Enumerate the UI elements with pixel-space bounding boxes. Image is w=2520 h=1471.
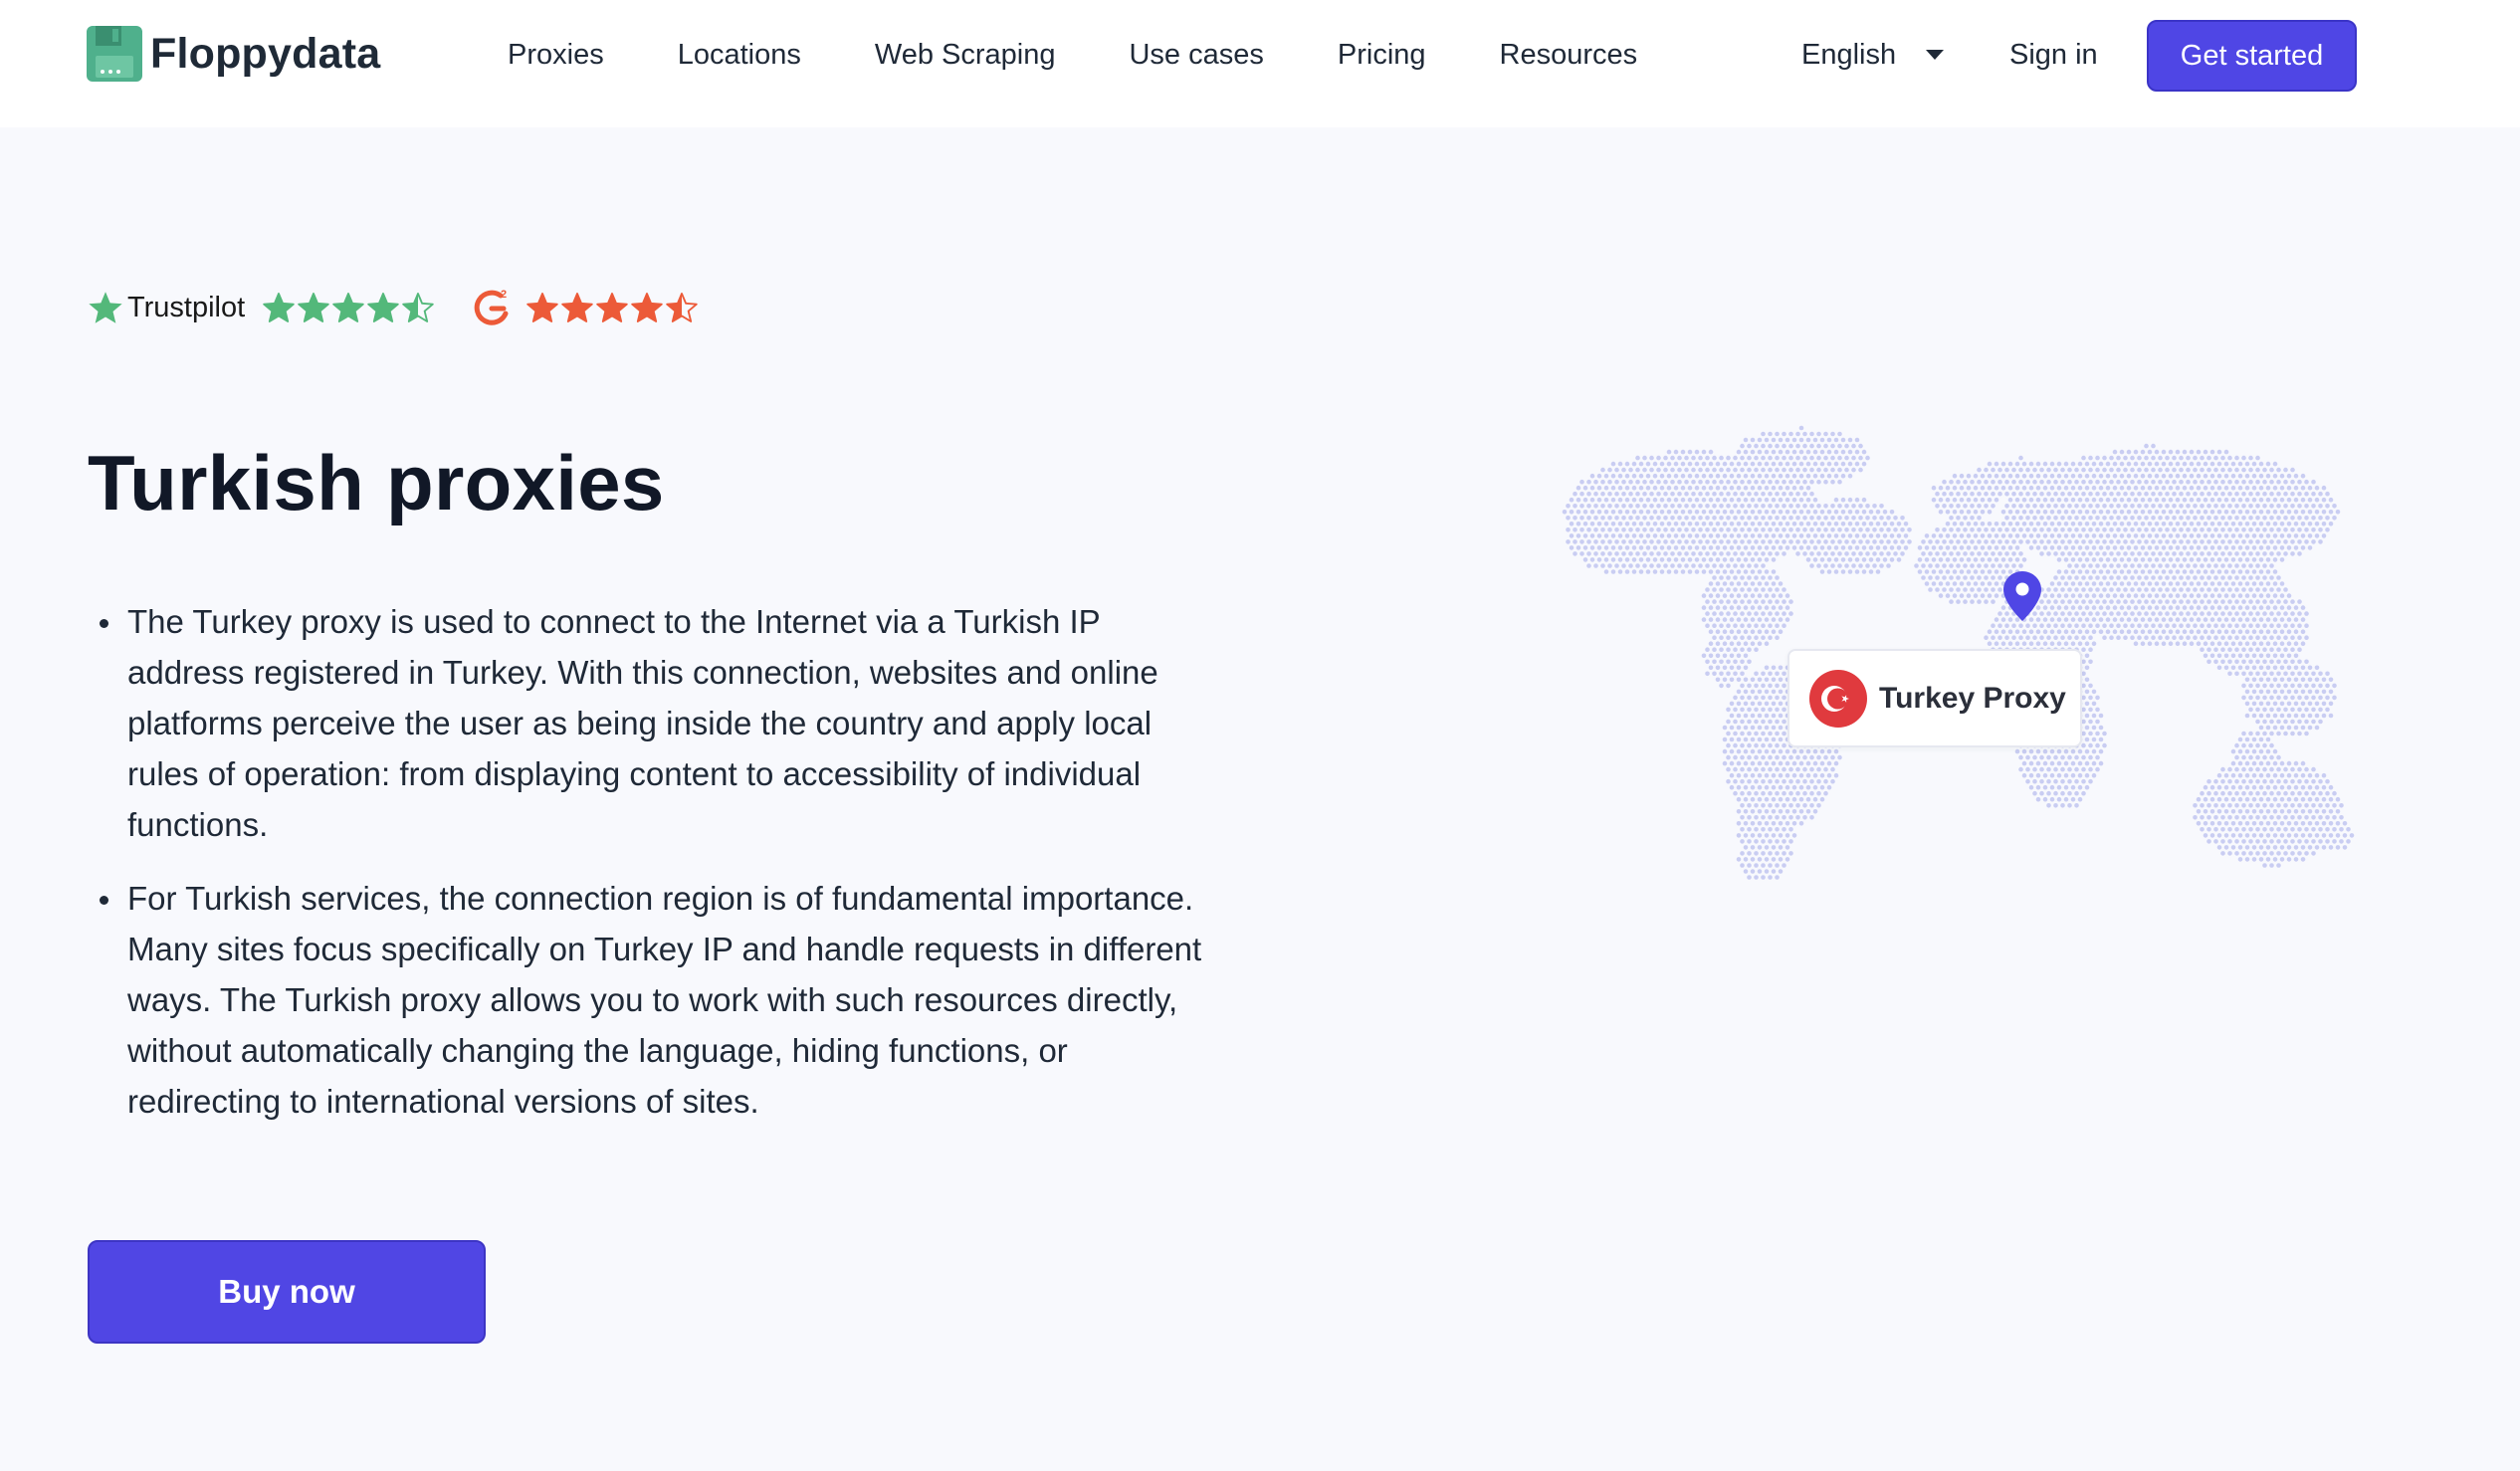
- nav-item-resources[interactable]: Resources: [1500, 39, 1638, 72]
- star-icon: [298, 293, 329, 322]
- g2-stars: [526, 292, 701, 323]
- language-label: English: [1801, 38, 1897, 71]
- g2-logo-icon: 2: [474, 289, 509, 325]
- nav-item-pricing[interactable]: Pricing: [1338, 39, 1426, 72]
- nav-item-web-scraping[interactable]: Web Scraping: [875, 39, 1056, 72]
- g2-rating[interactable]: 2: [471, 287, 701, 328]
- floppy-disk-icon: [87, 26, 142, 82]
- nav-item-proxies[interactable]: Proxies: [508, 39, 604, 72]
- star-icon: [402, 293, 434, 322]
- turkey-flag-icon: [1809, 669, 1867, 728]
- location-pin-icon: [2003, 571, 2041, 621]
- hero-bullets: The Turkey proxy is used to connect to t…: [100, 596, 1204, 1150]
- language-selector[interactable]: English: [1801, 0, 1945, 109]
- turkey-proxy-label: Turkey Proxy: [1879, 681, 2066, 715]
- caret-down-icon: [1926, 50, 1945, 60]
- star-icon: [666, 293, 698, 322]
- bullet-item: For Turkish services, the connection reg…: [100, 873, 1204, 1127]
- star-icon: [561, 293, 593, 322]
- star-icon: [367, 293, 399, 322]
- trustpilot-star-icon: [89, 292, 122, 323]
- star-icon: [263, 293, 295, 322]
- star-icon: [631, 293, 663, 322]
- main-nav: Proxies Locations Web Scraping Use cases…: [508, 0, 1637, 109]
- sign-in-link[interactable]: Sign in: [2009, 0, 2098, 109]
- svg-text:2: 2: [501, 289, 507, 301]
- trustpilot-label: Trustpilot: [127, 291, 246, 323]
- nav-item-locations[interactable]: Locations: [678, 39, 801, 72]
- brand-logo[interactable]: Floppydata: [87, 26, 380, 82]
- ratings-bar: Trustpilot 2: [88, 287, 701, 328]
- star-icon: [526, 293, 558, 322]
- star-icon: [332, 293, 364, 322]
- brand-name: Floppydata: [150, 29, 381, 78]
- trustpilot-rating[interactable]: Trustpilot: [88, 290, 437, 325]
- nav-item-use-cases[interactable]: Use cases: [1129, 39, 1263, 72]
- get-started-button[interactable]: Get started: [2147, 20, 2357, 92]
- site-header: Floppydata Proxies Locations Web Scrapin…: [0, 0, 2520, 127]
- star-icon: [596, 293, 628, 322]
- trustpilot-stars: [263, 292, 437, 323]
- buy-now-button[interactable]: Buy now: [88, 1240, 486, 1344]
- bullet-item: The Turkey proxy is used to connect to t…: [100, 596, 1204, 850]
- turkey-proxy-card[interactable]: Turkey Proxy: [1787, 649, 2082, 747]
- page-title: Turkish proxies: [88, 439, 665, 526]
